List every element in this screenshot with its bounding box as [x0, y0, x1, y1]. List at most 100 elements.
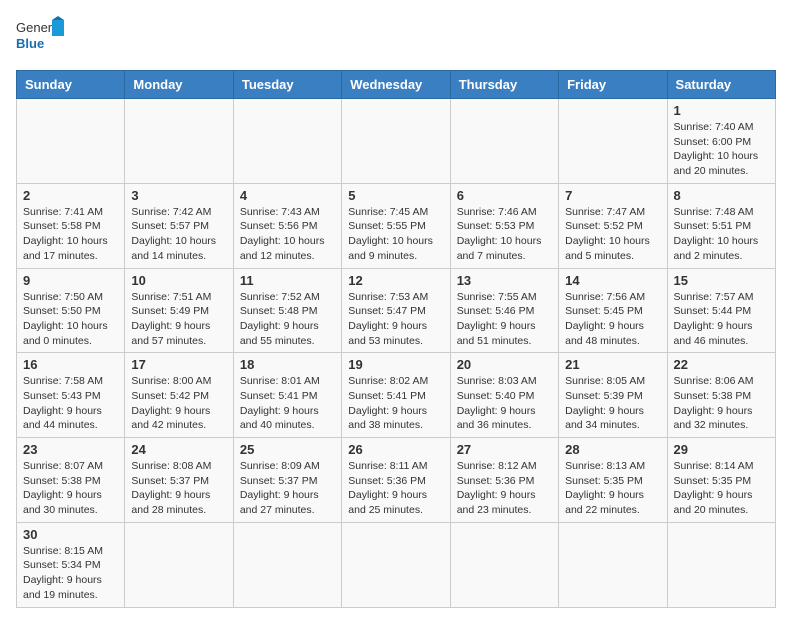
calendar-cell: 2 Sunrise: 7:41 AM Sunset: 5:58 PM Daylig…	[17, 183, 125, 268]
day-info: Sunrise: 8:03 AM Sunset: 5:40 PM Dayligh…	[457, 374, 552, 433]
calendar-cell: 6 Sunrise: 7:46 AM Sunset: 5:53 PM Daylig…	[450, 183, 558, 268]
calendar-cell	[233, 522, 341, 607]
day-number: 4	[240, 188, 335, 203]
day-number: 9	[23, 273, 118, 288]
day-number: 17	[131, 357, 226, 372]
day-info: Sunrise: 8:14 AM Sunset: 5:35 PM Dayligh…	[674, 459, 769, 518]
day-number: 10	[131, 273, 226, 288]
calendar-cell	[667, 522, 775, 607]
day-number: 8	[674, 188, 769, 203]
calendar-week-2: 2 Sunrise: 7:41 AM Sunset: 5:58 PM Daylig…	[17, 183, 776, 268]
day-info: Sunrise: 8:12 AM Sunset: 5:36 PM Dayligh…	[457, 459, 552, 518]
calendar-cell: 12 Sunrise: 7:53 AM Sunset: 5:47 PM Dayli…	[342, 268, 450, 353]
calendar-week-5: 23 Sunrise: 8:07 AM Sunset: 5:38 PM Dayli…	[17, 438, 776, 523]
calendar-cell: 10 Sunrise: 7:51 AM Sunset: 5:49 PM Dayli…	[125, 268, 233, 353]
calendar-cell	[450, 522, 558, 607]
day-number: 13	[457, 273, 552, 288]
calendar-cell: 26Sunrise: 8:11 AM Sunset: 5:36 PM Dayli…	[342, 438, 450, 523]
weekday-monday: Monday	[125, 71, 233, 99]
calendar-cell: 13 Sunrise: 7:55 AM Sunset: 5:46 PM Dayli…	[450, 268, 558, 353]
day-number: 19	[348, 357, 443, 372]
day-info: Sunrise: 8:07 AM Sunset: 5:38 PM Dayligh…	[23, 459, 118, 518]
day-info: Sunrise: 8:09 AM Sunset: 5:37 PM Dayligh…	[240, 459, 335, 518]
day-info: Sunrise: 8:11 AM Sunset: 5:36 PM Dayligh…	[348, 459, 443, 518]
calendar-week-3: 9 Sunrise: 7:50 AM Sunset: 5:50 PM Daylig…	[17, 268, 776, 353]
calendar-cell: 17 Sunrise: 8:00 AM Sunset: 5:42 PM Dayli…	[125, 353, 233, 438]
calendar-cell	[17, 99, 125, 184]
day-info: Sunrise: 7:58 AM Sunset: 5:43 PM Dayligh…	[23, 374, 118, 433]
day-info: Sunrise: 7:53 AM Sunset: 5:47 PM Dayligh…	[348, 290, 443, 349]
day-info: Sunrise: 7:41 AM Sunset: 5:58 PM Dayligh…	[23, 205, 118, 264]
calendar-cell: 27 Sunrise: 8:12 AM Sunset: 5:36 PM Dayli…	[450, 438, 558, 523]
day-number: 20	[457, 357, 552, 372]
day-number: 6	[457, 188, 552, 203]
calendar-cell: 8 Sunrise: 7:48 AM Sunset: 5:51 PM Daylig…	[667, 183, 775, 268]
day-number: 12	[348, 273, 443, 288]
day-number: 27	[457, 442, 552, 457]
day-info: Sunrise: 8:06 AM Sunset: 5:38 PM Dayligh…	[674, 374, 769, 433]
calendar-cell: 11 Sunrise: 7:52 AM Sunset: 5:48 PM Dayli…	[233, 268, 341, 353]
weekday-wednesday: Wednesday	[342, 71, 450, 99]
calendar-cell: 15 Sunrise: 7:57 AM Sunset: 5:44 PM Dayli…	[667, 268, 775, 353]
day-number: 25	[240, 442, 335, 457]
day-info: Sunrise: 7:42 AM Sunset: 5:57 PM Dayligh…	[131, 205, 226, 264]
logo-svg: GeneralBlue	[16, 16, 66, 60]
calendar-week-1: 1 Sunrise: 7:40 AM Sunset: 6:00 PM Daylig…	[17, 99, 776, 184]
calendar-cell: 25 Sunrise: 8:09 AM Sunset: 5:37 PM Dayli…	[233, 438, 341, 523]
day-info: Sunrise: 7:48 AM Sunset: 5:51 PM Dayligh…	[674, 205, 769, 264]
weekday-tuesday: Tuesday	[233, 71, 341, 99]
day-info: Sunrise: 7:52 AM Sunset: 5:48 PM Dayligh…	[240, 290, 335, 349]
calendar-cell: 20 Sunrise: 8:03 AM Sunset: 5:40 PM Dayli…	[450, 353, 558, 438]
calendar-cell: 7Sunrise: 7:47 AM Sunset: 5:52 PM Daylig…	[559, 183, 667, 268]
day-number: 14	[565, 273, 660, 288]
day-info: Sunrise: 8:13 AM Sunset: 5:35 PM Dayligh…	[565, 459, 660, 518]
calendar-cell: 28Sunrise: 8:13 AM Sunset: 5:35 PM Dayli…	[559, 438, 667, 523]
day-number: 11	[240, 273, 335, 288]
day-info: Sunrise: 7:46 AM Sunset: 5:53 PM Dayligh…	[457, 205, 552, 264]
day-number: 1	[674, 103, 769, 118]
calendar-cell	[450, 99, 558, 184]
calendar-cell	[125, 522, 233, 607]
day-info: Sunrise: 7:40 AM Sunset: 6:00 PM Dayligh…	[674, 120, 769, 179]
day-number: 15	[674, 273, 769, 288]
day-info: Sunrise: 8:08 AM Sunset: 5:37 PM Dayligh…	[131, 459, 226, 518]
calendar-cell	[233, 99, 341, 184]
day-info: Sunrise: 7:50 AM Sunset: 5:50 PM Dayligh…	[23, 290, 118, 349]
calendar-cell: 9 Sunrise: 7:50 AM Sunset: 5:50 PM Daylig…	[17, 268, 125, 353]
calendar-cell: 4Sunrise: 7:43 AM Sunset: 5:56 PM Daylig…	[233, 183, 341, 268]
calendar-cell: 19Sunrise: 8:02 AM Sunset: 5:41 PM Dayli…	[342, 353, 450, 438]
calendar-cell: 5 Sunrise: 7:45 AM Sunset: 5:55 PM Daylig…	[342, 183, 450, 268]
calendar-cell: 30Sunrise: 8:15 AM Sunset: 5:34 PM Dayli…	[17, 522, 125, 607]
day-info: Sunrise: 7:55 AM Sunset: 5:46 PM Dayligh…	[457, 290, 552, 349]
calendar-week-4: 16Sunrise: 7:58 AM Sunset: 5:43 PM Dayli…	[17, 353, 776, 438]
calendar-week-6: 30Sunrise: 8:15 AM Sunset: 5:34 PM Dayli…	[17, 522, 776, 607]
weekday-sunday: Sunday	[17, 71, 125, 99]
day-number: 23	[23, 442, 118, 457]
day-info: Sunrise: 7:56 AM Sunset: 5:45 PM Dayligh…	[565, 290, 660, 349]
weekday-saturday: Saturday	[667, 71, 775, 99]
calendar-cell: 21Sunrise: 8:05 AM Sunset: 5:39 PM Dayli…	[559, 353, 667, 438]
calendar-cell: 24Sunrise: 8:08 AM Sunset: 5:37 PM Dayli…	[125, 438, 233, 523]
day-number: 5	[348, 188, 443, 203]
calendar-cell: 14 Sunrise: 7:56 AM Sunset: 5:45 PM Dayli…	[559, 268, 667, 353]
day-info: Sunrise: 7:51 AM Sunset: 5:49 PM Dayligh…	[131, 290, 226, 349]
calendar-cell: 16Sunrise: 7:58 AM Sunset: 5:43 PM Dayli…	[17, 353, 125, 438]
day-info: Sunrise: 7:45 AM Sunset: 5:55 PM Dayligh…	[348, 205, 443, 264]
weekday-header: SundayMondayTuesdayWednesdayThursdayFrid…	[17, 71, 776, 99]
weekday-thursday: Thursday	[450, 71, 558, 99]
day-number: 2	[23, 188, 118, 203]
calendar-cell	[559, 522, 667, 607]
calendar-cell: 1 Sunrise: 7:40 AM Sunset: 6:00 PM Daylig…	[667, 99, 775, 184]
day-info: Sunrise: 8:01 AM Sunset: 5:41 PM Dayligh…	[240, 374, 335, 433]
calendar-cell: 3Sunrise: 7:42 AM Sunset: 5:57 PM Daylig…	[125, 183, 233, 268]
day-info: Sunrise: 8:05 AM Sunset: 5:39 PM Dayligh…	[565, 374, 660, 433]
calendar-cell	[559, 99, 667, 184]
calendar-cell	[342, 522, 450, 607]
day-number: 18	[240, 357, 335, 372]
calendar-cell: 29Sunrise: 8:14 AM Sunset: 5:35 PM Dayli…	[667, 438, 775, 523]
day-info: Sunrise: 8:00 AM Sunset: 5:42 PM Dayligh…	[131, 374, 226, 433]
calendar-cell: 23 Sunrise: 8:07 AM Sunset: 5:38 PM Dayli…	[17, 438, 125, 523]
day-number: 7	[565, 188, 660, 203]
day-info: Sunrise: 7:57 AM Sunset: 5:44 PM Dayligh…	[674, 290, 769, 349]
svg-text:Blue: Blue	[16, 36, 44, 51]
